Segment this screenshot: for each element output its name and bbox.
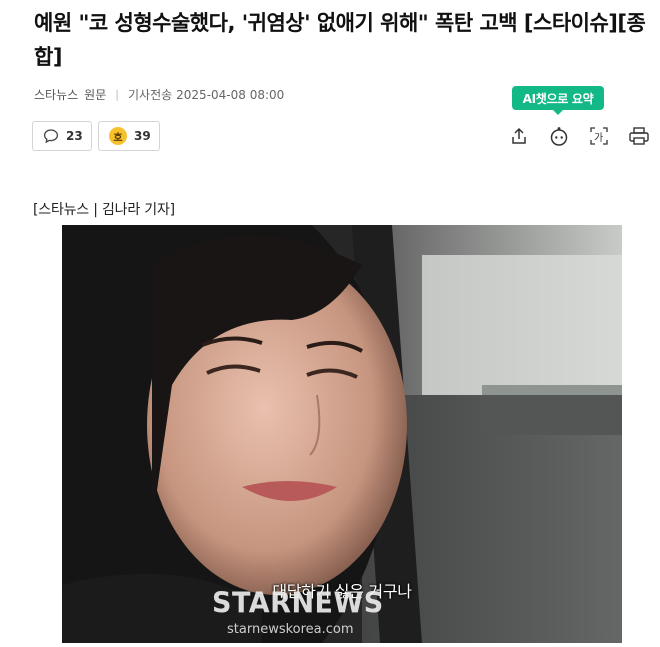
font-size-icon[interactable]: 가 bbox=[588, 125, 610, 147]
ai-chat-icon[interactable] bbox=[548, 125, 570, 147]
svg-text:가: 가 bbox=[594, 132, 603, 144]
article-meta: 스타뉴스 원문 | 기사전송 2025-04-08 08:00 bbox=[34, 86, 284, 103]
article-photo[interactable]: 대답하기 싫은 거구나 STARNEWS starnewskorea.com bbox=[62, 225, 622, 643]
published-time: 2025-04-08 08:00 bbox=[176, 87, 285, 102]
watermark-url: starnewskorea.com bbox=[227, 622, 354, 637]
ai-summary-button[interactable]: AI챗으로 요약 bbox=[512, 86, 604, 115]
coin-icon: 호 bbox=[109, 127, 127, 145]
article-headline: 예원 "코 성형수술했다, '귀염상' 없애기 위해" 폭탄 고백 [스타이슈]… bbox=[34, 11, 646, 69]
comment-button[interactable]: 23 bbox=[32, 121, 92, 151]
meta-divider: | bbox=[115, 88, 119, 101]
print-icon[interactable] bbox=[628, 125, 650, 147]
published-label: 기사전송 bbox=[127, 88, 173, 102]
article-byline: [스타뉴스 | 김나라 기자] bbox=[33, 202, 175, 218]
like-button[interactable]: 호 39 bbox=[98, 121, 160, 151]
source-name[interactable]: 스타뉴스 bbox=[34, 86, 78, 103]
like-count: 39 bbox=[134, 129, 151, 143]
watermark-brand: STARNEWS bbox=[212, 587, 384, 620]
source-link[interactable]: 원문 bbox=[84, 86, 106, 103]
reaction-buttons: 23 호 39 bbox=[32, 121, 160, 151]
article-toolbar: 가 bbox=[508, 125, 650, 147]
share-icon[interactable] bbox=[508, 125, 530, 147]
comment-icon bbox=[43, 128, 59, 144]
comment-count: 23 bbox=[66, 129, 83, 143]
